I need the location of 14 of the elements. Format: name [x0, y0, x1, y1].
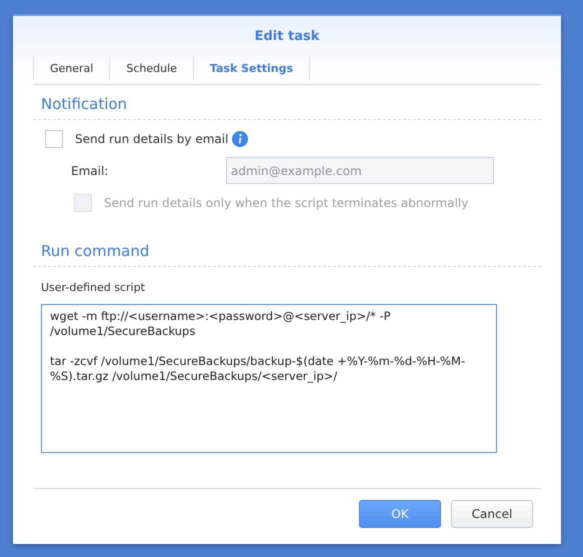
info-icon[interactable] — [232, 131, 248, 147]
checkbox-label: Send run details by email — [75, 132, 228, 146]
field-label: Email: — [71, 164, 110, 178]
field-label: User-defined script — [40, 280, 146, 296]
script-field[interactable]: wget -m ftp://<username>:<password>@<server_ip>/* -P /volume1/SecureBackups tar -zcvf /volume1/SecureBackups/backup-$(date +%Y-%m-%d-%H-%M-%S).tar.gz /volume1/SecureBackups/<server_ip>/ — [41, 304, 497, 453]
tab[interactable]: Schedule — [109, 56, 193, 80]
section-heading: Run command — [33, 232, 541, 267]
section-heading: Notification — [33, 85, 541, 120]
tab[interactable]: General — [33, 56, 110, 80]
window-title: Edit task — [254, 28, 320, 46]
tab[interactable]: Task Settings — [192, 56, 310, 80]
checkbox[interactable] — [45, 130, 63, 148]
checkbox-label: Send run details only when the script terminates abnormally — [104, 196, 468, 210]
cancel-button[interactable]: Cancel — [451, 500, 533, 528]
